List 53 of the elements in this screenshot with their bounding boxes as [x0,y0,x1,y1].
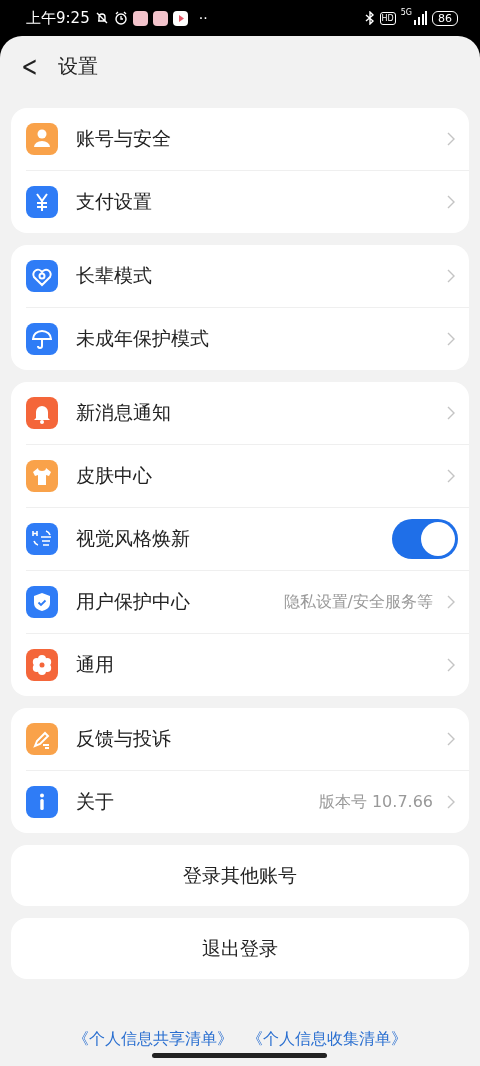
play-icon [172,10,188,26]
settings-row[interactable]: 视觉风格焕新 [26,508,469,571]
chevron-right-icon [447,469,455,483]
chevron-right-icon [447,795,455,809]
settings-row[interactable]: 支付设置 [26,171,469,233]
more-notifications: ·· [198,10,208,26]
signal-icon [413,11,427,25]
row-label: 用户保护中心 [76,589,190,614]
chevron-right-icon [447,332,455,346]
row-value: 隐私设置/安全服务等 [283,591,433,613]
network-type: 5G [400,8,412,17]
action-button[interactable]: 退出登录 [11,918,469,979]
row-label: 支付设置 [76,189,152,214]
app-icon [132,10,148,26]
row-label: 通用 [76,652,114,677]
row-value: 版本号 10.7.66 [318,791,433,813]
row-label: 反馈与投诉 [76,726,171,751]
settings-row[interactable]: 账号与安全 [26,108,469,171]
chevron-right-icon [447,132,455,146]
chevron-right-icon [447,195,455,209]
battery-level: 86 [432,10,458,26]
chevron-right-icon [447,406,455,420]
row-label: 关于 [76,789,114,814]
policy-link[interactable]: 《个人信息共享清单》 [73,1029,233,1050]
status-time: 上午9:25 [26,8,90,28]
settings-row[interactable]: 皮肤中心 [26,445,469,508]
settings-row[interactable]: 关于 版本号 10.7.66 [26,771,469,833]
row-label: 账号与安全 [76,126,171,151]
policy-link[interactable]: 《个人信息收集清单》 [247,1029,407,1050]
back-button[interactable]: < [15,49,38,83]
mute-icon [94,11,109,25]
settings-row[interactable]: 通用 [26,634,469,696]
bluetooth-icon [364,11,375,25]
toggle-switch[interactable] [392,519,458,559]
chevron-right-icon [447,732,455,746]
row-label: 视觉风格焕新 [76,526,190,551]
row-label: 未成年保护模式 [76,326,209,351]
chevron-right-icon [447,595,455,609]
alarm-icon [113,11,128,25]
settings-row[interactable]: 新消息通知 [26,382,469,445]
settings-row[interactable]: 反馈与投诉 [26,708,469,771]
row-label: 长辈模式 [76,263,152,288]
settings-row[interactable]: 用户保护中心 隐私设置/安全服务等 [26,571,469,634]
settings-row[interactable]: 未成年保护模式 [26,308,469,370]
app-icon [152,10,168,26]
hd-badge: HD [379,11,396,25]
action-button[interactable]: 登录其他账号 [11,845,469,906]
page-title: 设置 [58,52,99,80]
row-label: 皮肤中心 [76,463,152,488]
settings-row[interactable]: 长辈模式 [26,245,469,308]
chevron-right-icon [447,658,455,672]
row-label: 新消息通知 [76,400,171,425]
chevron-right-icon [447,269,455,283]
